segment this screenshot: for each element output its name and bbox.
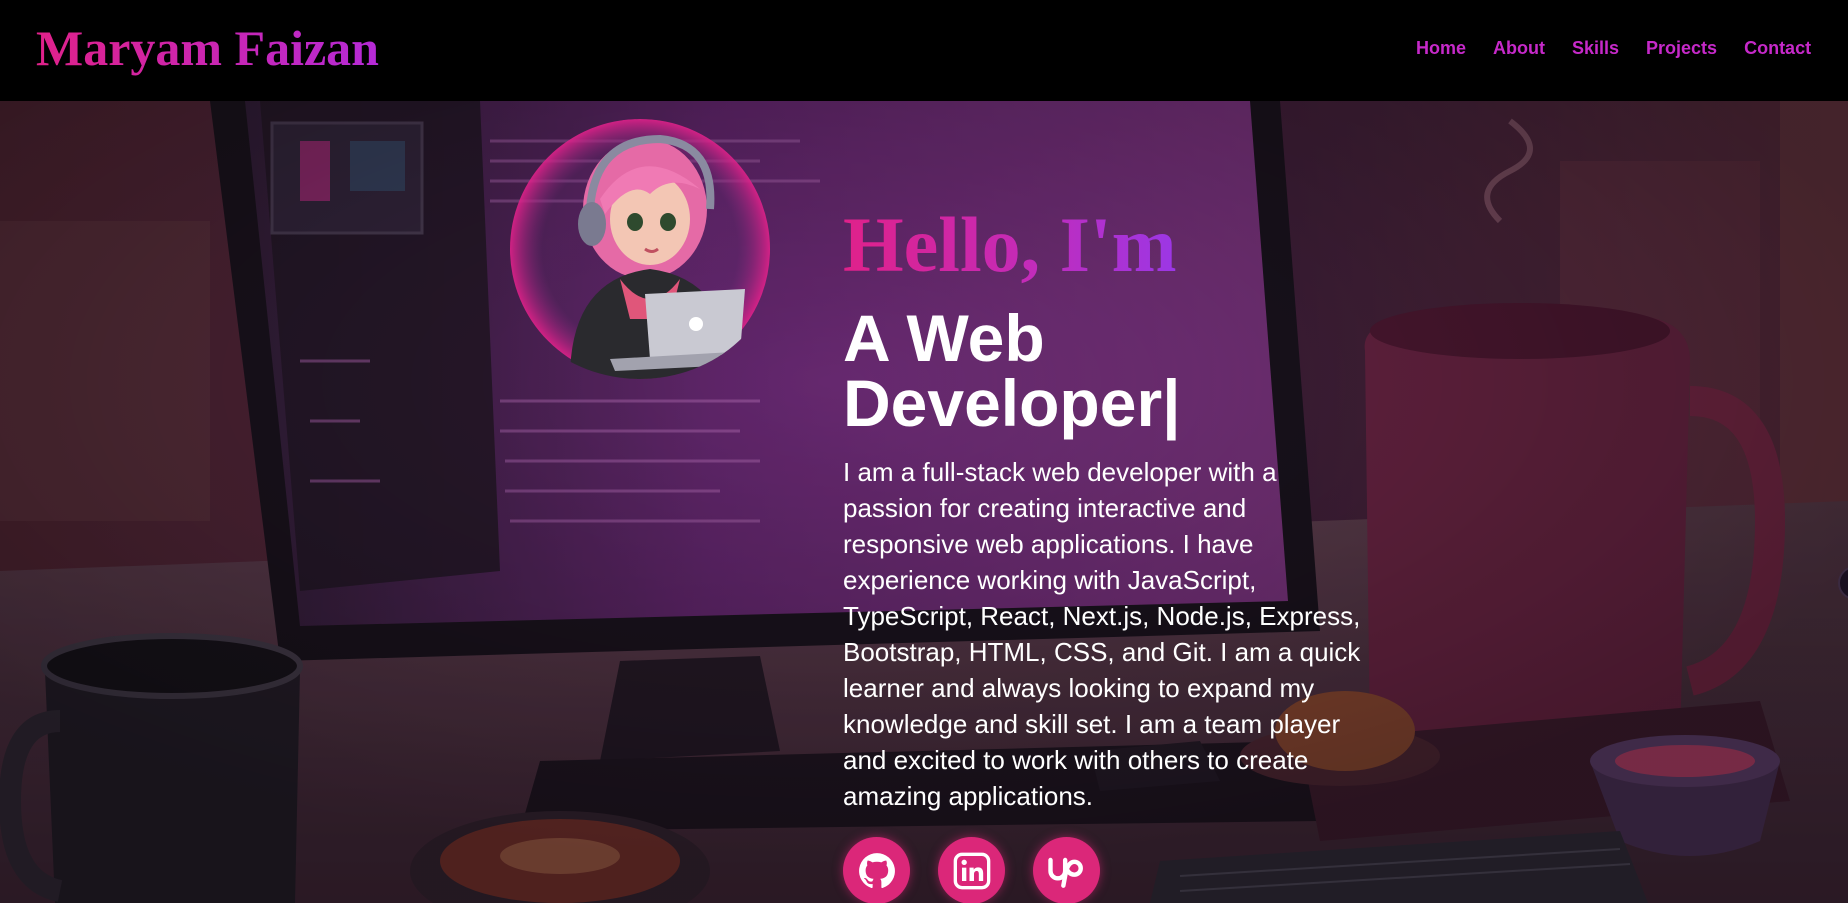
- site-header: Maryam Faizan Home About Skills Projects…: [0, 0, 1848, 101]
- nav-about-link[interactable]: About: [1493, 36, 1545, 60]
- role-text: A Web Developer: [843, 301, 1163, 440]
- upwork-icon: [1047, 857, 1083, 888]
- linkedin-button[interactable]: [938, 837, 1005, 903]
- social-links: [843, 837, 1100, 903]
- hero-section: Hello, I'm A Web Developer| I am a full-…: [0, 101, 1848, 903]
- avatar: [500, 119, 780, 379]
- github-icon: [858, 852, 895, 888]
- greeting-heading: Hello, I'm: [843, 201, 1177, 288]
- nav-contact-link[interactable]: Contact: [1744, 36, 1811, 60]
- upwork-button[interactable]: [1033, 837, 1100, 903]
- nav-home-link[interactable]: Home: [1416, 36, 1466, 60]
- main-nav: Home About Skills Projects Contact: [1416, 36, 1838, 60]
- girl-with-laptop-illustration: [510, 119, 770, 379]
- linkedin-icon: [953, 852, 990, 889]
- bio-paragraph: I am a full-stack web developer with a p…: [843, 457, 1361, 811]
- nav-projects-link[interactable]: Projects: [1646, 36, 1717, 60]
- brand-logo[interactable]: Maryam Faizan: [36, 18, 379, 78]
- role-heading: A Web Developer|: [843, 305, 1303, 436]
- nav-skills-link[interactable]: Skills: [1572, 36, 1619, 60]
- typing-cursor: |: [1162, 366, 1181, 440]
- github-button[interactable]: [843, 837, 910, 903]
